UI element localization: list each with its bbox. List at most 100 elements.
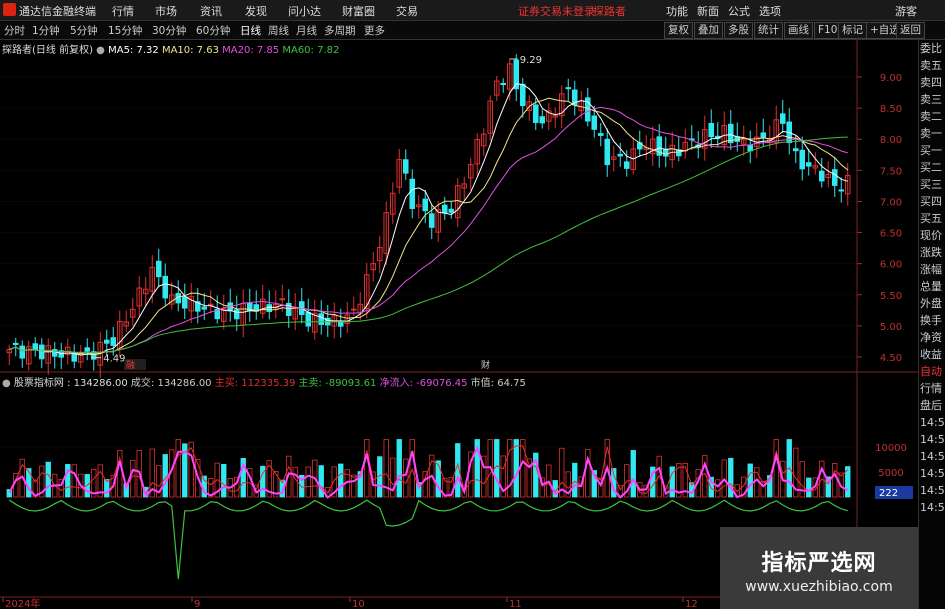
candle-down bbox=[155, 260, 162, 278]
volume-bar bbox=[435, 460, 441, 498]
side-panel-item[interactable]: 14:50 bbox=[919, 499, 945, 516]
candle-down bbox=[597, 133, 604, 136]
margin-marker: 融 bbox=[126, 360, 135, 371]
side-panel-item[interactable]: 14:50 bbox=[919, 431, 945, 448]
candle-down bbox=[448, 208, 455, 213]
market-cap-label: 市值: 64.75 bbox=[470, 378, 526, 389]
side-panel-item[interactable]: 14:50 bbox=[919, 465, 945, 482]
side-panel-item[interactable]: 14:50 bbox=[919, 482, 945, 499]
side-panel-item[interactable]: 换手 bbox=[919, 312, 945, 329]
candle-down bbox=[84, 347, 91, 352]
volume-label: 成交: 134286.00 bbox=[130, 378, 212, 389]
candle-down bbox=[565, 87, 572, 90]
price-tick-label: 5.50 bbox=[880, 291, 902, 302]
side-panel-item[interactable]: 14:50 bbox=[919, 414, 945, 431]
price-tick-label: 6.50 bbox=[880, 229, 902, 240]
quote-side-panel: 委比 卖五 卖四 卖三 卖二 卖一 买一 买二 买三 买四 买五 现价 涨跌 涨幅 总量 外盘 换手 净资 收益 自动… bbox=[918, 40, 945, 609]
volume-bar bbox=[715, 479, 721, 498]
price-tick-label: 8.50 bbox=[880, 104, 902, 115]
side-panel-item[interactable]: 卖三 bbox=[919, 91, 945, 108]
net-inflow-label: 净流入: -69076.45 bbox=[379, 378, 468, 389]
candle-up bbox=[207, 303, 214, 306]
side-panel-item[interactable]: 卖四 bbox=[919, 74, 945, 91]
ma10-label: MA10: 7.63 bbox=[161, 45, 219, 56]
kline-chart[interactable]: 9.00 8.50 8.00 7.50 7.00 6.50 6.00 5.50 5.00 4.50… bbox=[0, 0, 945, 609]
candle-down bbox=[337, 321, 344, 327]
candle-down bbox=[617, 153, 624, 157]
volume-bar bbox=[572, 462, 578, 498]
candle-down bbox=[409, 178, 416, 209]
side-panel-item[interactable]: 买三 bbox=[919, 176, 945, 193]
side-panel-item[interactable]: 外盘 bbox=[919, 295, 945, 312]
price-tick-label: 7.50 bbox=[880, 166, 902, 177]
side-panel-item[interactable]: 涨幅 bbox=[919, 261, 945, 278]
volume-bar bbox=[292, 466, 298, 498]
side-panel-item[interactable]: 自动 bbox=[919, 363, 945, 380]
candle-down bbox=[805, 162, 812, 167]
candle-down bbox=[662, 149, 669, 157]
date-tick-label: 10 bbox=[352, 599, 365, 609]
volume-bar bbox=[351, 474, 357, 498]
candle-down bbox=[12, 342, 19, 346]
candle-down bbox=[500, 82, 507, 85]
candle-down bbox=[305, 311, 312, 327]
volume-bar bbox=[747, 463, 753, 498]
side-panel-item[interactable]: 买五 bbox=[919, 210, 945, 227]
volume-bar bbox=[396, 439, 402, 498]
volume-bar bbox=[175, 439, 181, 498]
price-tick-label: 9.00 bbox=[880, 73, 902, 84]
side-panel-item[interactable]: 买二 bbox=[919, 159, 945, 176]
volume-bar bbox=[26, 468, 32, 498]
side-panel-item[interactable]: 买四 bbox=[919, 193, 945, 210]
side-panel-item[interactable]: 净资 bbox=[919, 329, 945, 346]
volume-bar bbox=[364, 439, 370, 498]
candle-up bbox=[279, 298, 286, 301]
side-panel-item[interactable]: 总量 bbox=[919, 278, 945, 295]
candle-down bbox=[201, 306, 208, 310]
candle-down bbox=[818, 170, 825, 182]
candle-down bbox=[32, 343, 39, 351]
volume-bar bbox=[422, 471, 428, 498]
watermark-title: 指标严选网 bbox=[761, 551, 877, 576]
volume-bar bbox=[799, 461, 805, 498]
price-tick-label: 8.00 bbox=[880, 135, 902, 146]
candle-down bbox=[779, 113, 786, 124]
ma60-label: MA60: 7.82 bbox=[282, 45, 340, 56]
side-panel-item[interactable]: 卖二 bbox=[919, 108, 945, 125]
ind-tick-label: 10000 bbox=[875, 443, 907, 454]
watermark: 指标严选网 www.xuezhibiao.com bbox=[720, 527, 918, 609]
candle-down bbox=[604, 138, 611, 166]
candle-down bbox=[318, 313, 325, 325]
chart-title: 探路者(日线 前复权) bbox=[2, 45, 93, 56]
side-panel-item[interactable]: 买一 bbox=[919, 142, 945, 159]
date-tick-label: 11 bbox=[509, 599, 522, 609]
candle-down bbox=[402, 159, 409, 174]
watermark-url: www.xuezhibiao.com bbox=[745, 579, 893, 595]
low-price-label: 4.49 bbox=[103, 354, 125, 365]
finance-marker: 财 bbox=[481, 359, 490, 371]
chart-grid bbox=[0, 40, 918, 609]
volume-bar bbox=[832, 463, 838, 498]
candle-down bbox=[708, 122, 715, 138]
main-sell-label: 主卖: -89093.61 bbox=[298, 378, 377, 389]
side-panel-item[interactable]: 盘后 bbox=[919, 397, 945, 414]
side-panel-item[interactable]: 卖一 bbox=[919, 125, 945, 142]
candle-down bbox=[760, 132, 767, 138]
candle-down bbox=[799, 149, 806, 170]
candle-down bbox=[181, 296, 188, 309]
date-tick-label: 2024年 bbox=[5, 597, 40, 609]
candle-down bbox=[19, 345, 26, 359]
side-panel-item[interactable]: 涨跌 bbox=[919, 244, 945, 261]
volume-bar bbox=[773, 439, 779, 498]
indicator-legend: ● 股票指标网 : 134286.00 成交: 134286.00 主买: 11… bbox=[2, 374, 526, 389]
side-panel-item[interactable]: 现价 bbox=[919, 227, 945, 244]
candle-down bbox=[162, 275, 169, 299]
side-panel-item[interactable]: 14:50 bbox=[919, 448, 945, 465]
side-panel-item[interactable]: 收益 bbox=[919, 346, 945, 363]
side-panel-item[interactable]: 委比 bbox=[919, 40, 945, 57]
legend-dot-icon: ● bbox=[2, 378, 11, 389]
volume-bar bbox=[45, 461, 51, 498]
side-panel-item[interactable]: 卖五 bbox=[919, 57, 945, 74]
side-panel-item[interactable]: 行情 bbox=[919, 380, 945, 397]
candle-down bbox=[110, 337, 117, 346]
